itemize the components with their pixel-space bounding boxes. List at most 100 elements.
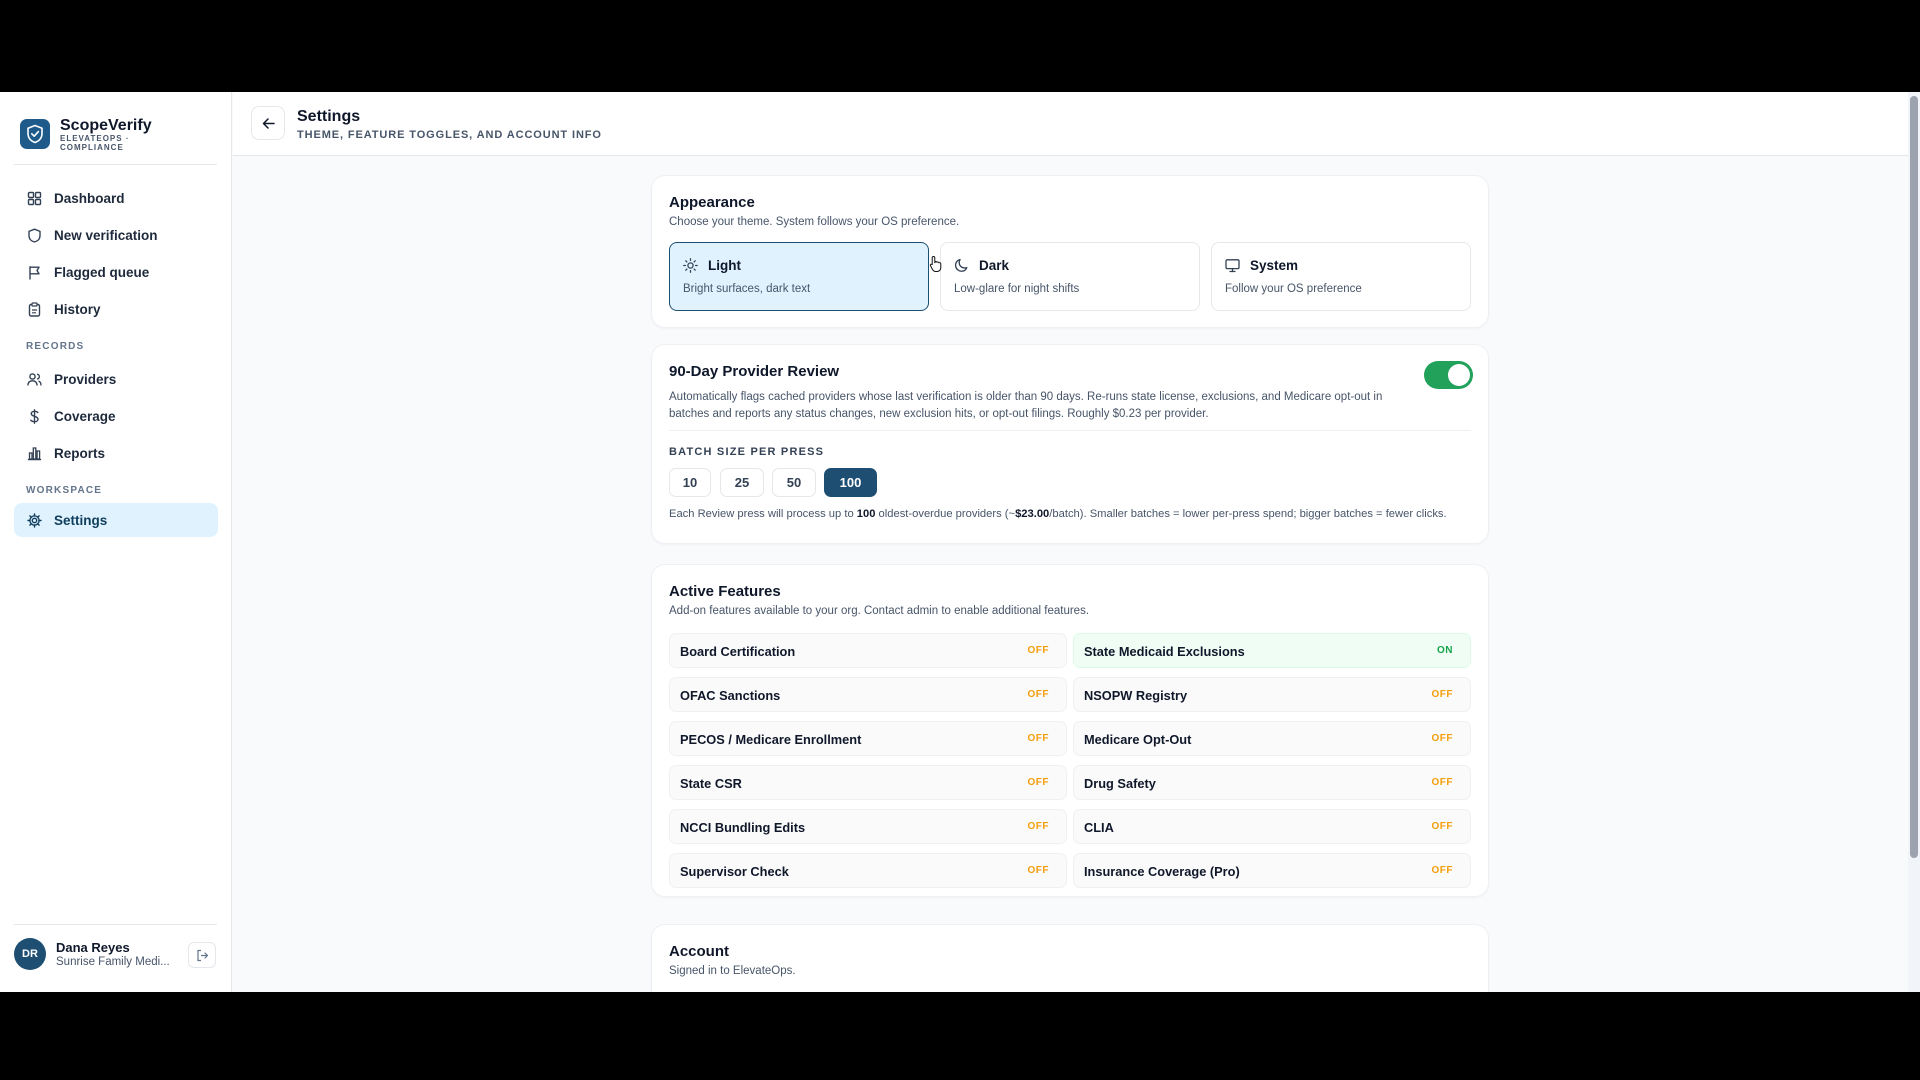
theme-option-light[interactable]: Light Bright surfaces, dark text xyxy=(669,242,929,311)
feature-clia[interactable]: CLIA OFF xyxy=(1073,809,1471,844)
nav-dashboard-label: Dashboard xyxy=(54,190,125,206)
hand-cursor-icon xyxy=(929,255,943,278)
theme-light-label: Light xyxy=(708,258,741,273)
section-workspace-label: WORKSPACE xyxy=(26,485,103,496)
dashboard-icon xyxy=(27,191,42,205)
batch-option-25[interactable]: 25 xyxy=(720,468,764,497)
nav-new-verification-label: New verification xyxy=(54,227,158,243)
logout-button[interactable] xyxy=(188,942,216,968)
batch-note-cost: $23.00 xyxy=(1015,508,1050,520)
letterbox-bottom xyxy=(0,992,1920,1080)
appearance-desc: Choose your theme. System follows your O… xyxy=(669,216,960,228)
section-records-label: RECORDS xyxy=(26,341,85,352)
feature-ofac-sanctions[interactable]: OFAC Sanctions OFF xyxy=(669,677,1067,712)
feature-status: OFF xyxy=(1431,821,1453,832)
feature-status: OFF xyxy=(1027,645,1049,656)
brand-subtitle: ElevateOps · Compliance xyxy=(60,133,130,152)
nav-settings-label: Settings xyxy=(54,512,108,528)
feature-name: NSOPW Registry xyxy=(1084,688,1188,703)
gear-icon xyxy=(27,512,42,528)
feature-status: OFF xyxy=(1027,689,1049,700)
app-window: ScopeVerify ElevateOps · Compliance Dash… xyxy=(0,92,1920,992)
features-title: Active Features xyxy=(669,583,781,600)
theme-system-label: System xyxy=(1250,258,1299,273)
batch-note-suffix: /batch). Smaller batches = lower per-pre… xyxy=(1049,508,1447,520)
batch-note-mid: oldest-overdue providers (~ xyxy=(875,508,1016,520)
page-subtitle: THEME, FEATURE TOGGLES, AND ACCOUNT INFO xyxy=(297,129,602,141)
feature-status: OFF xyxy=(1431,865,1453,876)
feature-supervisor-check[interactable]: Supervisor Check OFF xyxy=(669,853,1067,888)
user-org: Sunrise Family Medi... xyxy=(56,956,170,968)
scrollbar-track[interactable] xyxy=(1908,92,1920,992)
users-icon xyxy=(27,372,42,386)
brand[interactable]: ScopeVerify ElevateOps · Compliance xyxy=(20,114,152,154)
nav-settings[interactable]: Settings xyxy=(14,503,218,537)
dollar-icon xyxy=(30,408,39,424)
appearance-card: Appearance Choose your theme. System fol… xyxy=(651,175,1489,328)
feature-name: CLIA xyxy=(1084,820,1114,835)
features-desc: Add-on features available to your org. C… xyxy=(669,605,1090,617)
nav-coverage[interactable]: Coverage xyxy=(14,399,218,433)
batch-size-label: BATCH SIZE PER PRESS xyxy=(669,446,825,458)
feature-nsopw-registry[interactable]: NSOPW Registry OFF xyxy=(1073,677,1471,712)
theme-light-desc: Bright surfaces, dark text xyxy=(683,283,811,295)
nav-flagged-queue-label: Flagged queue xyxy=(54,264,150,280)
feature-name: OFAC Sanctions xyxy=(680,688,781,703)
feature-status: OFF xyxy=(1027,777,1049,788)
appearance-title: Appearance xyxy=(669,194,755,211)
feature-pecos-medicare-enrollment[interactable]: PECOS / Medicare Enrollment OFF xyxy=(669,721,1067,756)
nav-providers[interactable]: Providers xyxy=(14,362,218,396)
theme-dark-label: Dark xyxy=(979,258,1010,273)
theme-option-dark[interactable]: Dark Low-glare for night shifts xyxy=(940,242,1200,311)
feature-drug-safety[interactable]: Drug Safety OFF xyxy=(1073,765,1471,800)
feature-ncci-bundling-edits[interactable]: NCCI Bundling Edits OFF xyxy=(669,809,1067,844)
theme-option-system[interactable]: System Follow your OS preference xyxy=(1211,242,1471,311)
avatar[interactable]: DR xyxy=(14,938,46,970)
feature-state-medicaid-exclusions[interactable]: State Medicaid Exclusions ON xyxy=(1073,633,1471,668)
moon-icon xyxy=(954,258,969,278)
nav-reports-label: Reports xyxy=(54,445,106,461)
nav-new-verification[interactable]: New verification xyxy=(14,218,218,252)
shield-logo-icon xyxy=(20,119,50,149)
feature-status: OFF xyxy=(1027,733,1049,744)
batch-note-prefix: Each Review press will process up to xyxy=(669,508,857,520)
feature-state-csr[interactable]: State CSR OFF xyxy=(669,765,1067,800)
review-toggle[interactable] xyxy=(1424,361,1473,389)
feature-board-certification[interactable]: Board Certification OFF xyxy=(669,633,1067,668)
nav-flagged-queue[interactable]: Flagged queue xyxy=(14,255,218,289)
review-divider xyxy=(669,430,1471,431)
feature-medicare-opt-out[interactable]: Medicare Opt-Out OFF xyxy=(1073,721,1471,756)
feature-name: Drug Safety xyxy=(1084,776,1156,791)
nav-reports[interactable]: Reports xyxy=(14,436,218,470)
user-divider xyxy=(14,924,217,925)
feature-status: OFF xyxy=(1431,689,1453,700)
batch-option-50[interactable]: 50 xyxy=(772,468,816,497)
feature-name: Medicare Opt-Out xyxy=(1084,732,1192,747)
batch-note-count: 100 xyxy=(856,508,876,520)
clipboard-icon xyxy=(28,301,41,317)
nav-dashboard[interactable]: Dashboard xyxy=(14,181,218,215)
shield-check-icon xyxy=(28,228,41,243)
feature-name: PECOS / Medicare Enrollment xyxy=(680,732,862,747)
scrollbar-thumb[interactable] xyxy=(1910,96,1918,858)
feature-insurance-coverage-pro[interactable]: Insurance Coverage (Pro) OFF xyxy=(1073,853,1471,888)
feature-name: Insurance Coverage (Pro) xyxy=(1084,864,1240,879)
batch-option-100[interactable]: 100 xyxy=(824,468,877,497)
feature-name: NCCI Bundling Edits xyxy=(680,820,806,835)
feature-name: State CSR xyxy=(680,776,742,791)
page-title: Settings xyxy=(297,108,361,125)
feature-status: OFF xyxy=(1431,733,1453,744)
feature-status: OFF xyxy=(1027,821,1049,832)
feature-name: State Medicaid Exclusions xyxy=(1084,644,1245,659)
back-button[interactable] xyxy=(251,106,285,140)
user-name: Dana Reyes xyxy=(56,940,130,955)
nav-history[interactable]: History xyxy=(14,292,218,326)
logout-icon xyxy=(196,949,208,961)
feature-status: OFF xyxy=(1431,777,1453,788)
account-card: Account Signed in to ElevateOps. xyxy=(651,924,1489,992)
batch-option-10[interactable]: 10 xyxy=(669,468,711,497)
sun-icon xyxy=(683,258,698,278)
theme-system-desc: Follow your OS preference xyxy=(1225,283,1362,295)
brand-name: ScopeVerify xyxy=(60,116,152,134)
account-desc: Signed in to ElevateOps. xyxy=(669,965,796,977)
